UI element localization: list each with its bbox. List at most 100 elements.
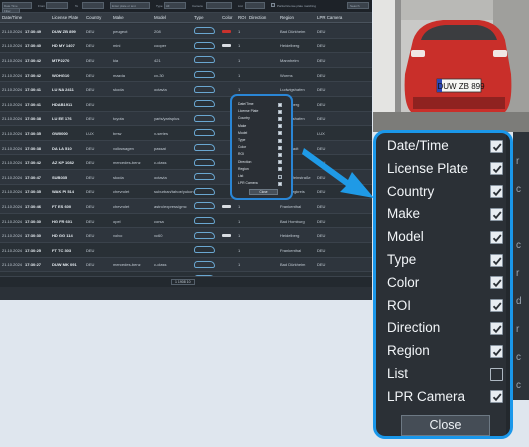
column-header[interactable]: Type <box>194 15 204 20</box>
column-chooser-small-checkbox[interactable] <box>278 145 282 150</box>
column-chooser-small-checkbox[interactable] <box>278 131 282 136</box>
column-chooser-checkbox[interactable] <box>490 276 503 290</box>
row-date: 21.10.2024 <box>2 101 23 107</box>
vehicle-color-swatch <box>222 204 231 208</box>
column-chooser-checkbox[interactable] <box>490 230 503 244</box>
column-header[interactable]: Direction <box>249 15 266 20</box>
row-roi: 1 <box>238 233 241 239</box>
column-header[interactable]: LPR Camera <box>317 15 342 20</box>
row-region: Heidelberg <box>280 43 300 49</box>
camera-select[interactable] <box>206 2 232 9</box>
column-chooser-small-checkbox[interactable] <box>278 116 282 121</box>
row-time: 17:30:42 <box>25 57 42 63</box>
row-region: Bad Homburg <box>280 218 305 224</box>
column-chooser-small-checkbox[interactable] <box>278 160 282 165</box>
row-plate: MTP2270 <box>52 57 70 63</box>
table-row[interactable]: 21.10.2024 17:30:40 HD MY 1407 DEU mini coope… <box>0 38 372 54</box>
table-row[interactable]: 21.10.2024 17:30:30 HG FR 601 DEU opel corsa 1… <box>0 213 372 229</box>
row-camera: DEU <box>317 28 326 34</box>
column-chooser-small-item-label: Color <box>238 145 247 150</box>
table-row[interactable]: 21.10.2024 17:30:49 DUW ZB 899 DEU peugeot 20… <box>0 24 372 39</box>
column-chooser-checkbox[interactable] <box>490 367 503 381</box>
column-chooser-small-checkbox[interactable] <box>278 152 282 157</box>
column-chooser-small-item-label: ROI <box>238 152 245 157</box>
table-row[interactable]: 21.10.2024 17:30:42 WOHG10 DEU mazda cx-30 1 Wo… <box>0 67 372 83</box>
table-row[interactable]: 21.10.2024 17:30:42 MTP2270 DEU kia 421 1 Mannh… <box>0 53 372 68</box>
table-row[interactable]: 21.10.2024 17:30:25 FT TC 303 DEU 1 Frankenth… <box>0 243 372 258</box>
row-make: mini <box>113 43 121 49</box>
table-row[interactable]: 21.10.2024 17:30:30 HD GG 114 DEU volvo xc60 1… <box>0 228 372 243</box>
column-header[interactable]: ROI <box>238 15 246 20</box>
column-chooser-checkbox[interactable] <box>490 162 503 176</box>
column-chooser-checkbox[interactable] <box>490 344 503 358</box>
row-camera: DEU <box>317 72 326 78</box>
to-input[interactable] <box>82 2 104 9</box>
table-row[interactable]: 21.10.2024 17:30:27 DUW MK 091 DEU mercedes-… <box>0 257 372 273</box>
column-header[interactable]: Make <box>113 15 124 20</box>
column-chooser-small-checkbox[interactable] <box>278 167 282 172</box>
vehicle-type-icon <box>194 85 215 93</box>
row-camera: DEU <box>317 57 326 63</box>
row-time: 17:30:41 <box>25 101 42 107</box>
column-chooser-checkbox[interactable] <box>490 207 503 221</box>
column-chooser-item-label: List <box>387 366 409 381</box>
search-button[interactable]: Search <box>347 2 369 9</box>
column-header[interactable]: Date/Time <box>2 15 22 20</box>
table-row[interactable]: 21.10.2024 17:30:41 LU NA 2411 DEU skoda octa… <box>0 82 372 97</box>
column-chooser-checkbox[interactable] <box>490 139 503 153</box>
column-chooser-small-checkbox[interactable] <box>278 174 282 179</box>
list-label: List <box>238 4 243 8</box>
row-roi: 1 <box>238 72 241 78</box>
side-panel-fragment: d <box>516 296 522 307</box>
row-country: LUX <box>86 130 94 136</box>
column-header[interactable]: Color <box>222 15 233 20</box>
row-plate: DA LA 510 <box>52 145 72 151</box>
pager[interactable]: 1 1908 10 <box>171 279 195 285</box>
column-chooser-checkbox[interactable] <box>490 390 503 404</box>
column-chooser-small-checkbox[interactable] <box>278 138 282 143</box>
column-chooser-checkbox[interactable] <box>490 185 503 199</box>
column-header[interactable]: Region <box>280 15 294 20</box>
row-camera: DEU <box>317 218 326 224</box>
type-select[interactable]: All <box>164 2 186 9</box>
column-chooser-small-checkbox[interactable] <box>278 102 282 107</box>
row-date: 21.10.2024 <box>2 145 23 151</box>
table-row[interactable]: 21.10.202417:30:41HDAB1911DEUHeidelbergD… <box>0 97 372 112</box>
row-date: 21.10.2024 <box>2 130 23 136</box>
row-time: 17:30:38 <box>25 145 42 151</box>
partial-match-checkbox[interactable] <box>271 3 275 7</box>
column-chooser-small-checkbox[interactable] <box>278 109 282 114</box>
column-chooser-small-close-button[interactable]: Close <box>249 189 278 195</box>
row-country: DEU <box>86 233 95 239</box>
text-search-input[interactable]: Enter plate or text <box>110 2 150 9</box>
table-row[interactable]: 21.10.2024 17:30:38 LU EE 176 DEU toyota yari… <box>0 111 372 127</box>
vehicle-color-swatch <box>222 44 231 48</box>
row-camera: DEU <box>317 262 326 268</box>
column-chooser-small-checkbox[interactable] <box>278 124 282 129</box>
row-plate: HD GG 114 <box>52 233 73 239</box>
row-roi: 1 <box>238 218 241 224</box>
column-chooser-checkbox[interactable] <box>490 321 503 335</box>
row-date: 21.10.2024 <box>2 87 23 93</box>
row-model: c-class <box>154 262 167 268</box>
vehicle-type-icon <box>194 246 215 254</box>
column-chooser-checkbox[interactable] <box>490 299 503 313</box>
row-country: DEU <box>86 247 95 253</box>
row-model: passat <box>154 145 166 151</box>
column-header[interactable]: Model <box>154 15 166 20</box>
row-model: x-series <box>154 130 169 136</box>
column-chooser-small-checkbox[interactable] <box>278 181 282 186</box>
row-make: mercedes-benz <box>113 262 141 268</box>
column-chooser-scrollbar[interactable] <box>506 133 510 436</box>
list-select[interactable] <box>245 2 265 9</box>
column-header[interactable]: Country <box>86 15 101 20</box>
from-input[interactable] <box>46 2 68 9</box>
row-roi: 1 <box>238 262 241 268</box>
row-camera: LUX <box>317 130 325 136</box>
column-chooser-close-button[interactable]: Close <box>401 415 490 436</box>
snapshot-image: DUW ZB 899 <box>373 0 529 132</box>
table-row[interactable]: 21.10.2024 17:30:35 GW0000 LUX bmw x-series LU… <box>0 126 372 141</box>
column-chooser-checkbox[interactable] <box>490 253 503 267</box>
row-plate: LU EE 176 <box>52 116 72 122</box>
column-header[interactable]: License Plate <box>52 15 78 20</box>
